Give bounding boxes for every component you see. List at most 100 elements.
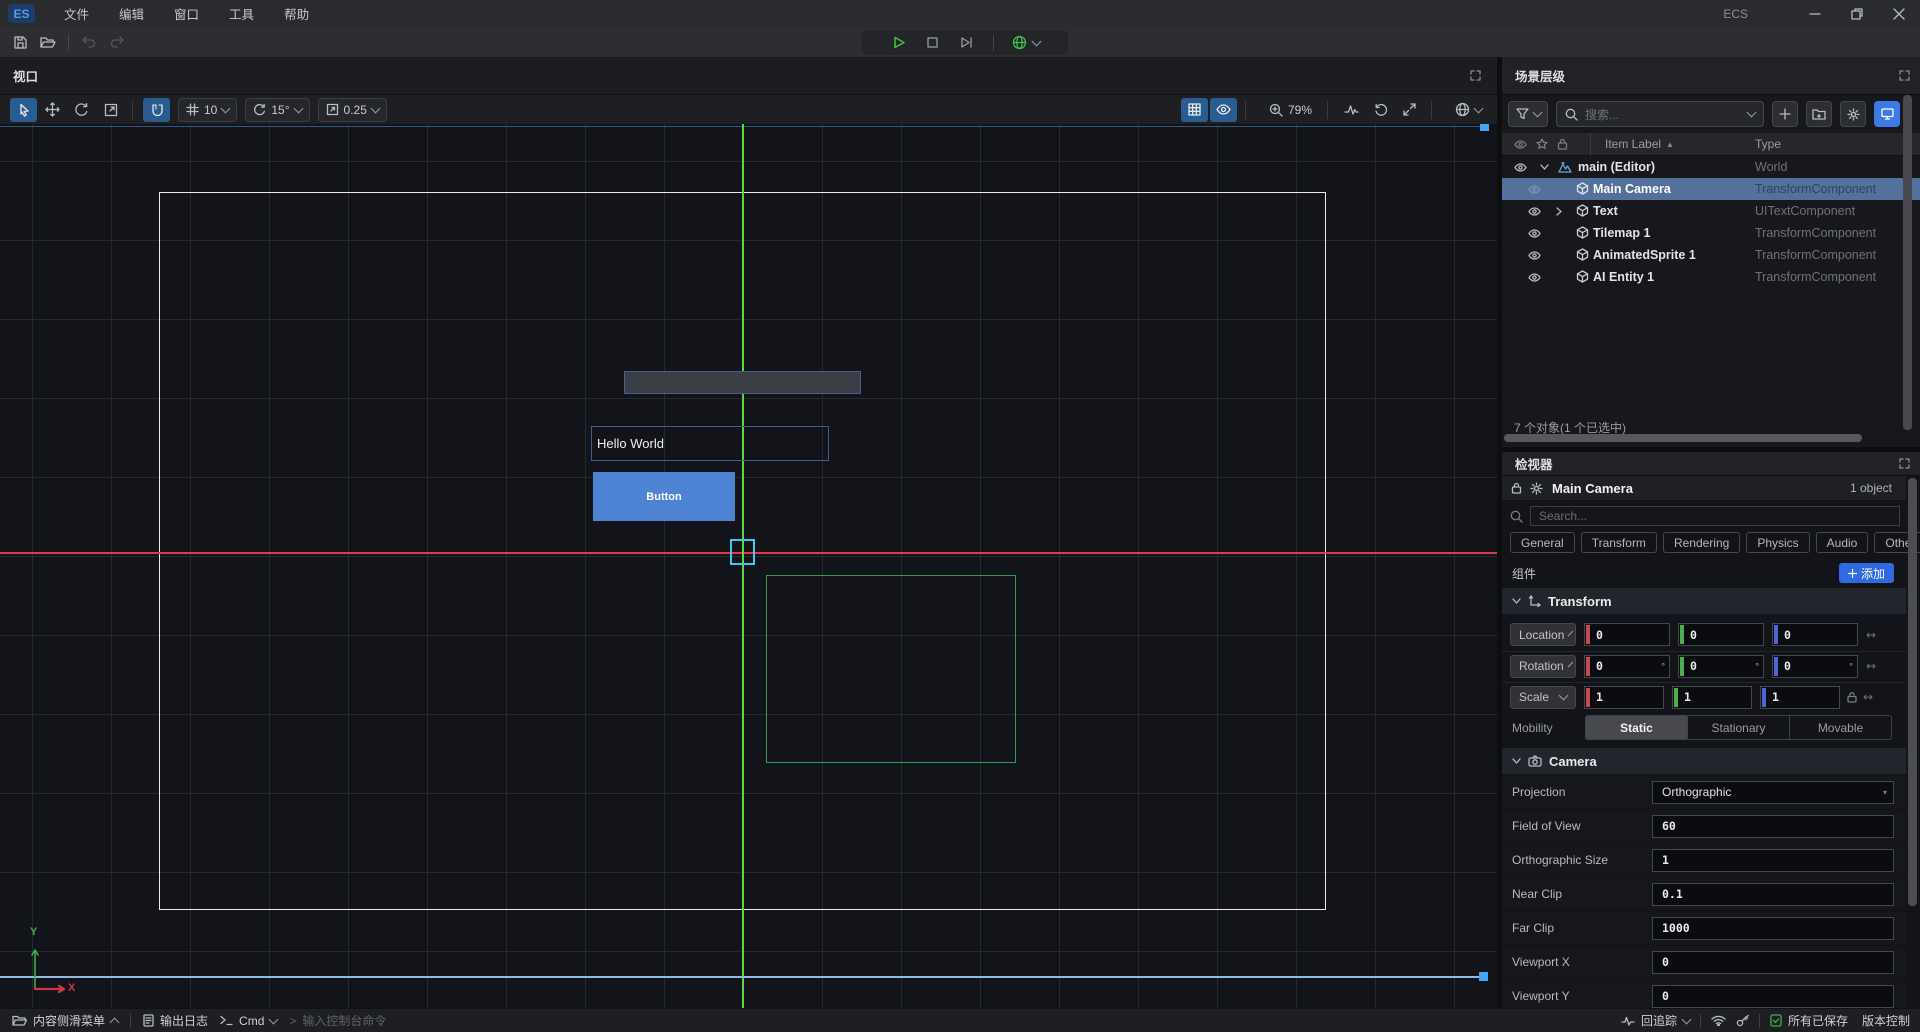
scale-y-field[interactable]: 1 [1672,686,1752,709]
grid-snap-dropdown[interactable]: 10 [178,98,237,122]
menu-help[interactable]: 帮助 [269,0,324,27]
scale-lock-icon[interactable] [1847,692,1857,703]
eye-icon[interactable] [1528,185,1541,194]
hierarchy-horizontal-scrollbar[interactable] [1504,434,1862,442]
content-drawer-button[interactable]: 内容侧滑菜单 [12,1012,118,1029]
location-x-field[interactable]: 0 [1584,623,1670,646]
inspector-search-input[interactable]: Search... [1530,506,1900,526]
orthographic-size-input[interactable]: 1 [1652,849,1894,872]
scale-x-field[interactable]: 1 [1584,686,1664,709]
eye-icon[interactable] [1528,251,1541,260]
location-z-field[interactable]: 0 [1772,623,1858,646]
near-clip-input[interactable]: 0.1 [1652,883,1894,906]
hierarchy-search-input[interactable]: 搜索... [1556,101,1764,127]
save-status[interactable]: 所有已保存 [1770,1012,1848,1029]
tab-physics[interactable]: Physics [1746,532,1809,553]
rotate-tool-button[interactable] [68,98,95,122]
scale-snap-dropdown[interactable]: 0.25 [318,98,387,122]
inspector-vertical-scrollbar[interactable] [1908,478,1917,906]
run-target-dropdown[interactable] [1006,31,1046,55]
rect-tool-button[interactable] [97,98,124,122]
console-command-input[interactable]: > 输入控制台命令 [289,1012,386,1029]
link-axes-icon[interactable]: ↔ [1866,628,1876,642]
guide-handle-top[interactable] [1480,124,1489,131]
zoom-control[interactable]: 79% [1262,98,1319,122]
guide-handle-bottom[interactable] [1479,972,1488,981]
snap-toggle-button[interactable] [143,98,170,122]
scene-canvas[interactable]: Hello World Button Y X [0,124,1497,1008]
location-dropdown[interactable]: Location [1510,623,1576,646]
scale-dropdown[interactable]: Scale [1510,686,1576,709]
es-logo[interactable]: ES [8,4,35,23]
projection-dropdown[interactable]: Orthographic▾ [1652,781,1894,804]
visibility-button[interactable] [1210,98,1237,122]
rotation-dropdown[interactable]: Rotation [1510,655,1576,678]
link-axes-icon[interactable]: ↔ [1863,690,1873,704]
link-axes-icon[interactable]: ↔ [1866,659,1876,673]
mobility-static[interactable]: Static [1586,716,1687,739]
gear-icon[interactable] [1530,482,1543,495]
source-control-key-icon[interactable] [1736,1014,1749,1027]
close-button[interactable] [1878,0,1920,27]
network-wifi-icon[interactable] [1711,1015,1726,1026]
tab-general[interactable]: General [1510,532,1575,553]
menu-edit[interactable]: 编辑 [104,0,159,27]
tab-audio[interactable]: Audio [1816,532,1869,553]
far-clip-input[interactable]: 1000 [1652,917,1894,940]
runtime-view-toggle[interactable] [1874,101,1900,127]
column-type[interactable]: Type [1755,137,1781,151]
step-button[interactable] [953,31,981,55]
tree-row-world[interactable]: main (Editor) World [1502,156,1920,178]
fullscreen-button[interactable] [1396,98,1423,122]
tree-row-main-camera[interactable]: Main Camera TransformComponent [1502,178,1920,200]
undo-button[interactable] [75,30,103,54]
mobility-stationary[interactable]: Stationary [1687,716,1789,739]
tree-row-text[interactable]: Text UITextComponent [1502,200,1920,222]
camera-section-header[interactable]: Camera [1502,748,1906,774]
maximize-button[interactable] [1836,0,1878,27]
hierarchy-expand-icon[interactable] [1899,70,1910,81]
tab-rendering[interactable]: Rendering [1663,532,1740,553]
location-y-field[interactable]: 0 [1678,623,1764,646]
redo-button[interactable] [103,30,131,54]
viewport-expand-icon[interactable] [1470,70,1481,81]
mobility-movable[interactable]: Movable [1789,716,1891,739]
show-grid-button[interactable] [1181,98,1208,122]
cmd-dropdown[interactable]: Cmd [220,1014,277,1028]
world-dropdown[interactable] [1448,98,1489,122]
menu-file[interactable]: 文件 [49,0,104,27]
tree-row-tilemap[interactable]: Tilemap 1 TransformComponent [1502,222,1920,244]
minimize-button[interactable] [1794,0,1836,27]
hierarchy-vertical-scrollbar[interactable] [1903,95,1912,430]
stats-button[interactable] [1338,98,1365,122]
tilemap-bounds-rect[interactable] [766,575,1016,763]
reset-view-button[interactable] [1367,98,1394,122]
ui-button-object[interactable]: Button [593,472,735,521]
new-folder-button[interactable] [1806,101,1832,127]
hierarchy-settings-button[interactable] [1840,101,1866,127]
eye-icon[interactable] [1514,163,1527,172]
camera-selection-gizmo[interactable] [730,539,755,565]
version-control-button[interactable]: 版本控制 [1862,1012,1910,1029]
backtrace-dropdown[interactable]: 回追踪 [1621,1012,1690,1029]
inspector-expand-icon[interactable] [1899,458,1910,469]
add-component-button[interactable]: 添加 [1839,563,1894,583]
output-log-button[interactable]: 输出日志 [143,1012,208,1029]
chevron-right-icon[interactable] [1556,207,1562,216]
eye-icon[interactable] [1528,273,1541,282]
stop-button[interactable] [919,31,947,55]
menu-window[interactable]: 窗口 [159,0,214,27]
column-item-label[interactable]: Item Label [1605,137,1661,151]
viewport-x-input[interactable]: 0 [1652,951,1894,974]
filter-dropdown-button[interactable] [1508,101,1548,127]
rotation-z-field[interactable]: 0° [1772,655,1858,678]
play-button[interactable] [885,31,913,55]
add-entity-button[interactable] [1772,101,1798,127]
ui-panel-object[interactable] [624,371,861,394]
tree-row-ai-entity[interactable]: AI Entity 1 TransformComponent [1502,266,1920,288]
open-button[interactable] [34,30,62,54]
select-tool-button[interactable] [10,98,37,122]
rotation-y-field[interactable]: 0° [1678,655,1764,678]
eye-icon[interactable] [1528,229,1541,238]
rotate-snap-dropdown[interactable]: 15° [245,98,309,122]
